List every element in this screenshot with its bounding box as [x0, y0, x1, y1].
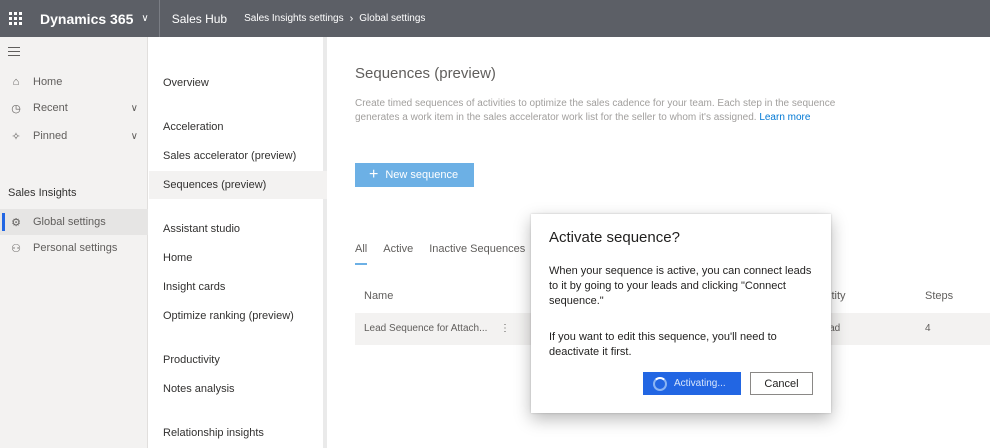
home-icon: ⌂	[12, 76, 20, 88]
page-description: Create timed sequences of activities to …	[355, 97, 875, 125]
clock-icon: ◷	[11, 102, 21, 115]
module-name[interactable]: Sales Hub	[172, 12, 227, 26]
dialog-body-text: If you want to edit this sequence, you'l…	[549, 331, 777, 358]
top-bar: Dynamics 365 ∨ Sales Hub Sales Insights …	[0, 0, 990, 37]
chevron-down-icon[interactable]: ∨	[131, 131, 138, 142]
dialog-body-text: When your sequence is active, you can co…	[549, 265, 812, 307]
app-name[interactable]: Dynamics 365	[40, 11, 133, 27]
chevron-down-icon[interactable]: ∨	[131, 103, 138, 114]
nav-item-pinned[interactable]: ✧ Pinned ∨	[0, 123, 148, 149]
dialog-title: Activate sequence?	[549, 229, 680, 246]
new-sequence-button[interactable]: + New sequence	[355, 163, 474, 187]
column-header-steps[interactable]: Steps	[925, 290, 953, 302]
breadcrumb-item[interactable]: Sales Insights settings	[244, 13, 344, 24]
new-sequence-label: New sequence	[385, 169, 459, 181]
plus-icon: +	[369, 166, 379, 183]
page-title: Sequences (preview)	[355, 65, 496, 82]
app-launcher-icon[interactable]	[0, 0, 31, 37]
nav-item-global-settings[interactable]: ⚙ Global settings	[0, 209, 148, 235]
nav-item-personal-settings[interactable]: ⚇ Personal settings	[0, 235, 148, 261]
cancel-button[interactable]: Cancel	[750, 372, 813, 395]
tab-all[interactable]: All	[355, 243, 368, 265]
settings-item-home[interactable]: Home	[149, 244, 327, 272]
settings-group-heading: Assistant studio	[163, 223, 241, 235]
activating-button[interactable]: Activating...	[643, 372, 741, 395]
activating-label: Activating...	[674, 378, 726, 389]
chevron-right-icon: ›	[349, 12, 354, 25]
nav-item-label: Recent	[33, 102, 68, 114]
settings-icon: ⚙	[11, 216, 21, 229]
learn-more-link[interactable]: Learn more	[759, 112, 810, 123]
divider	[158, 0, 160, 37]
nav-item-recent[interactable]: ◷ Recent ∨	[0, 95, 148, 121]
settings-item-overview[interactable]: Overview	[149, 69, 327, 97]
row-steps: 4	[925, 323, 931, 334]
row-name[interactable]: Lead Sequence for Attach...	[364, 323, 487, 334]
nav-item-label: Pinned	[33, 130, 68, 142]
settings-group-heading: Productivity	[163, 354, 220, 366]
breadcrumb-item-current[interactable]: Global settings	[359, 13, 425, 24]
nav-item-label: Home	[33, 76, 63, 88]
settings-item-notes-analysis[interactable]: Notes analysis	[149, 375, 327, 403]
site-map-nav: ⌂ Home ◷ Recent ∨ ✧ Pinned ∨ Sales Insig…	[0, 37, 148, 448]
pin-icon: ✧	[11, 130, 21, 143]
breadcrumb: Sales Insights settings › Global setting…	[244, 13, 425, 25]
nav-section-heading: Sales Insights	[8, 187, 77, 199]
nav-item-label: Global settings	[33, 216, 106, 228]
settings-item-sales-accelerator[interactable]: Sales accelerator (preview)	[149, 142, 327, 170]
chevron-down-icon[interactable]: ∨	[141, 13, 148, 24]
column-header-name[interactable]: Name	[364, 290, 393, 302]
tab-list: All Active Inactive Sequences	[355, 243, 541, 265]
cube-icon: ⚇	[11, 242, 21, 255]
spinner-icon	[653, 376, 667, 391]
more-options-icon[interactable]: ⋮	[500, 323, 510, 334]
nav-item-home[interactable]: ⌂ Home	[0, 69, 148, 95]
settings-item-insight-cards[interactable]: Insight cards	[149, 273, 327, 301]
settings-group-heading: Acceleration	[163, 121, 224, 133]
tab-inactive[interactable]: Inactive Sequences	[429, 243, 525, 265]
settings-item-optimize-ranking[interactable]: Optimize ranking (preview)	[149, 302, 327, 330]
activate-sequence-dialog: Activate sequence? When your sequence is…	[531, 214, 831, 413]
tab-active[interactable]: Active	[383, 243, 413, 265]
settings-item-sequences[interactable]: Sequences (preview)	[149, 171, 327, 199]
settings-nav: Overview Acceleration Sales accelerator …	[149, 37, 327, 448]
hamburger-menu-icon[interactable]	[8, 47, 20, 59]
nav-item-label: Personal settings	[33, 242, 118, 254]
settings-group-heading: Relationship insights	[163, 427, 264, 439]
